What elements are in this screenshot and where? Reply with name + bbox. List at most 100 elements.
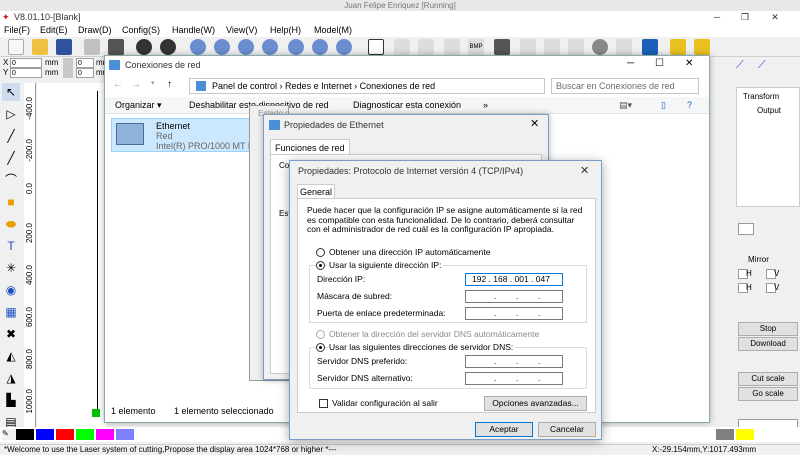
save-icon[interactable] [56, 39, 72, 55]
cloud-icon[interactable] [592, 39, 608, 55]
spin-field[interactable] [738, 223, 754, 235]
explorer-maximize-icon[interactable]: ☐ [655, 58, 664, 69]
delete-icon[interactable]: ✖ [2, 325, 20, 343]
color-swatch[interactable] [736, 429, 754, 440]
tab-network-functions[interactable]: Funciones de red [270, 139, 350, 155]
array-icon[interactable] [520, 39, 536, 55]
forward-arrow-icon[interactable]: → [131, 79, 141, 90]
node-tool-icon[interactable] [394, 39, 410, 55]
explorer-minimize-icon[interactable]: ─ [627, 58, 634, 69]
height-input[interactable]: 0 [76, 68, 94, 78]
new-file-icon[interactable] [8, 39, 24, 55]
ethernet-adapter-item[interactable]: Ethernet Red Intel(R) PRO/1000 MT D [111, 118, 261, 152]
color-swatch[interactable] [96, 429, 114, 440]
color-swatch[interactable] [76, 429, 94, 440]
ip-address-input[interactable]: 192 . 168 . 001 . 047 [465, 273, 563, 286]
text-tool-icon[interactable]: T [2, 237, 20, 255]
zoom-out-icon[interactable] [214, 39, 230, 55]
color-swatch[interactable] [36, 429, 54, 440]
path-network-internet[interactable]: Redes e Internet [285, 81, 352, 91]
back-arrow-icon[interactable]: ← [113, 79, 123, 90]
curve-icon[interactable]: ⌒ [2, 171, 20, 189]
array-grid-icon[interactable]: ▦ [2, 303, 20, 321]
point-icon[interactable]: ✳ [2, 259, 20, 277]
laser-icon[interactable] [670, 39, 686, 55]
manual-dns-radio[interactable] [316, 343, 325, 352]
ellipse-icon[interactable]: ⬬ [2, 215, 20, 233]
x-coord-input[interactable]: 0 [10, 58, 42, 68]
align-icon[interactable]: ▙ [2, 391, 20, 409]
diagnose-button[interactable]: Diagnosticar esta conexión [353, 97, 461, 114]
auto-dns-radio[interactable] [316, 330, 325, 339]
cut-scale-button[interactable]: Cut scale [738, 372, 798, 386]
polyline-tool-icon[interactable]: ╱ [2, 149, 20, 167]
zoom-page-icon[interactable] [312, 39, 328, 55]
manual-ip-radio[interactable] [316, 261, 325, 270]
menu-handle[interactable]: Handle(W) [172, 24, 215, 37]
zoom-window-icon[interactable] [238, 39, 254, 55]
select-arrow-icon[interactable]: ↖ [2, 83, 20, 101]
preview-pane-icon[interactable]: ▯ [661, 97, 666, 114]
stop-square-icon[interactable] [494, 39, 510, 55]
bmp-icon[interactable]: BMP [468, 39, 484, 55]
menu-model[interactable]: Model(M) [314, 24, 352, 37]
layers-icon[interactable]: ◉ [2, 281, 20, 299]
auto-ip-radio[interactable] [316, 248, 325, 257]
organize-button[interactable]: Organizar ▾ [115, 97, 162, 114]
zoom-in-icon[interactable] [190, 39, 206, 55]
alternate-dns-input[interactable]: ... [465, 372, 563, 385]
ipv4-close-icon[interactable]: ✕ [580, 161, 589, 181]
gateway-input[interactable]: ... [465, 307, 563, 320]
validate-checkbox[interactable] [319, 399, 328, 408]
measure-icon[interactable]: ⟋ [736, 59, 750, 73]
help-icon[interactable]: ? [687, 97, 692, 114]
document-icon[interactable] [616, 39, 632, 55]
rect-tool-icon[interactable] [368, 39, 384, 55]
view-options-icon[interactable]: ▤▾ [619, 97, 632, 114]
menu-view[interactable]: View(V) [226, 24, 257, 37]
open-folder-icon[interactable] [32, 39, 48, 55]
minimize-icon[interactable]: ─ [706, 11, 728, 24]
menu-file[interactable]: File(F) [4, 24, 30, 37]
close-icon[interactable]: ✕ [764, 11, 786, 24]
search-input[interactable]: Buscar en Conexiones de red [551, 78, 699, 94]
transform-tab[interactable]: Transform [743, 92, 779, 101]
download-button[interactable]: Download [738, 337, 798, 351]
properties-close-icon[interactable]: ✕ [530, 117, 539, 130]
import-icon[interactable] [84, 39, 100, 55]
layer-icon[interactable] [568, 39, 584, 55]
restore-icon[interactable]: ❐ [734, 11, 756, 24]
undo-icon[interactable] [136, 39, 152, 55]
grid-icon[interactable] [544, 39, 560, 55]
wave-tool-icon[interactable] [444, 39, 460, 55]
rectangle-icon[interactable]: ■ [2, 193, 20, 211]
subnet-mask-input[interactable]: ... [465, 290, 563, 303]
width-input[interactable]: 0 [76, 58, 94, 68]
address-path[interactable]: Panel de control › Redes e Internet › Co… [189, 78, 545, 94]
stop-button[interactable]: Stop [738, 322, 798, 336]
measure2-icon[interactable]: ⟋ [758, 59, 772, 73]
menu-config[interactable]: Config(S) [122, 24, 160, 37]
lock-ratio-icon[interactable] [63, 58, 73, 78]
mirror-h-icon[interactable]: ◭ [2, 347, 20, 365]
color-swatch[interactable] [716, 429, 734, 440]
y-coord-input[interactable]: 0 [10, 68, 42, 78]
advanced-options-button[interactable]: Opciones avanzadas... [484, 396, 587, 411]
path-network-connections[interactable]: Conexiones de red [360, 81, 436, 91]
menu-help[interactable]: Help(H) [270, 24, 301, 37]
more-commands-button[interactable]: » [483, 97, 488, 114]
color-swatch[interactable] [116, 429, 134, 440]
explorer-close-icon[interactable]: ✕ [685, 58, 693, 69]
preferred-dns-input[interactable]: ... [465, 355, 563, 368]
up-arrow-icon[interactable]: ↑ [167, 79, 172, 90]
curve-tool-icon[interactable] [418, 39, 434, 55]
history-chevron-icon[interactable]: ▾ [151, 79, 155, 87]
cancel-button[interactable]: Cancelar [538, 422, 596, 437]
color-swatch[interactable] [16, 429, 34, 440]
accept-button[interactable]: Aceptar [475, 422, 533, 437]
export-icon[interactable] [108, 39, 124, 55]
menu-draw[interactable]: Draw(D) [78, 24, 112, 37]
redo-icon[interactable] [160, 39, 176, 55]
color-swatch[interactable] [56, 429, 74, 440]
node-edit-icon[interactable]: ▷ [2, 105, 20, 123]
